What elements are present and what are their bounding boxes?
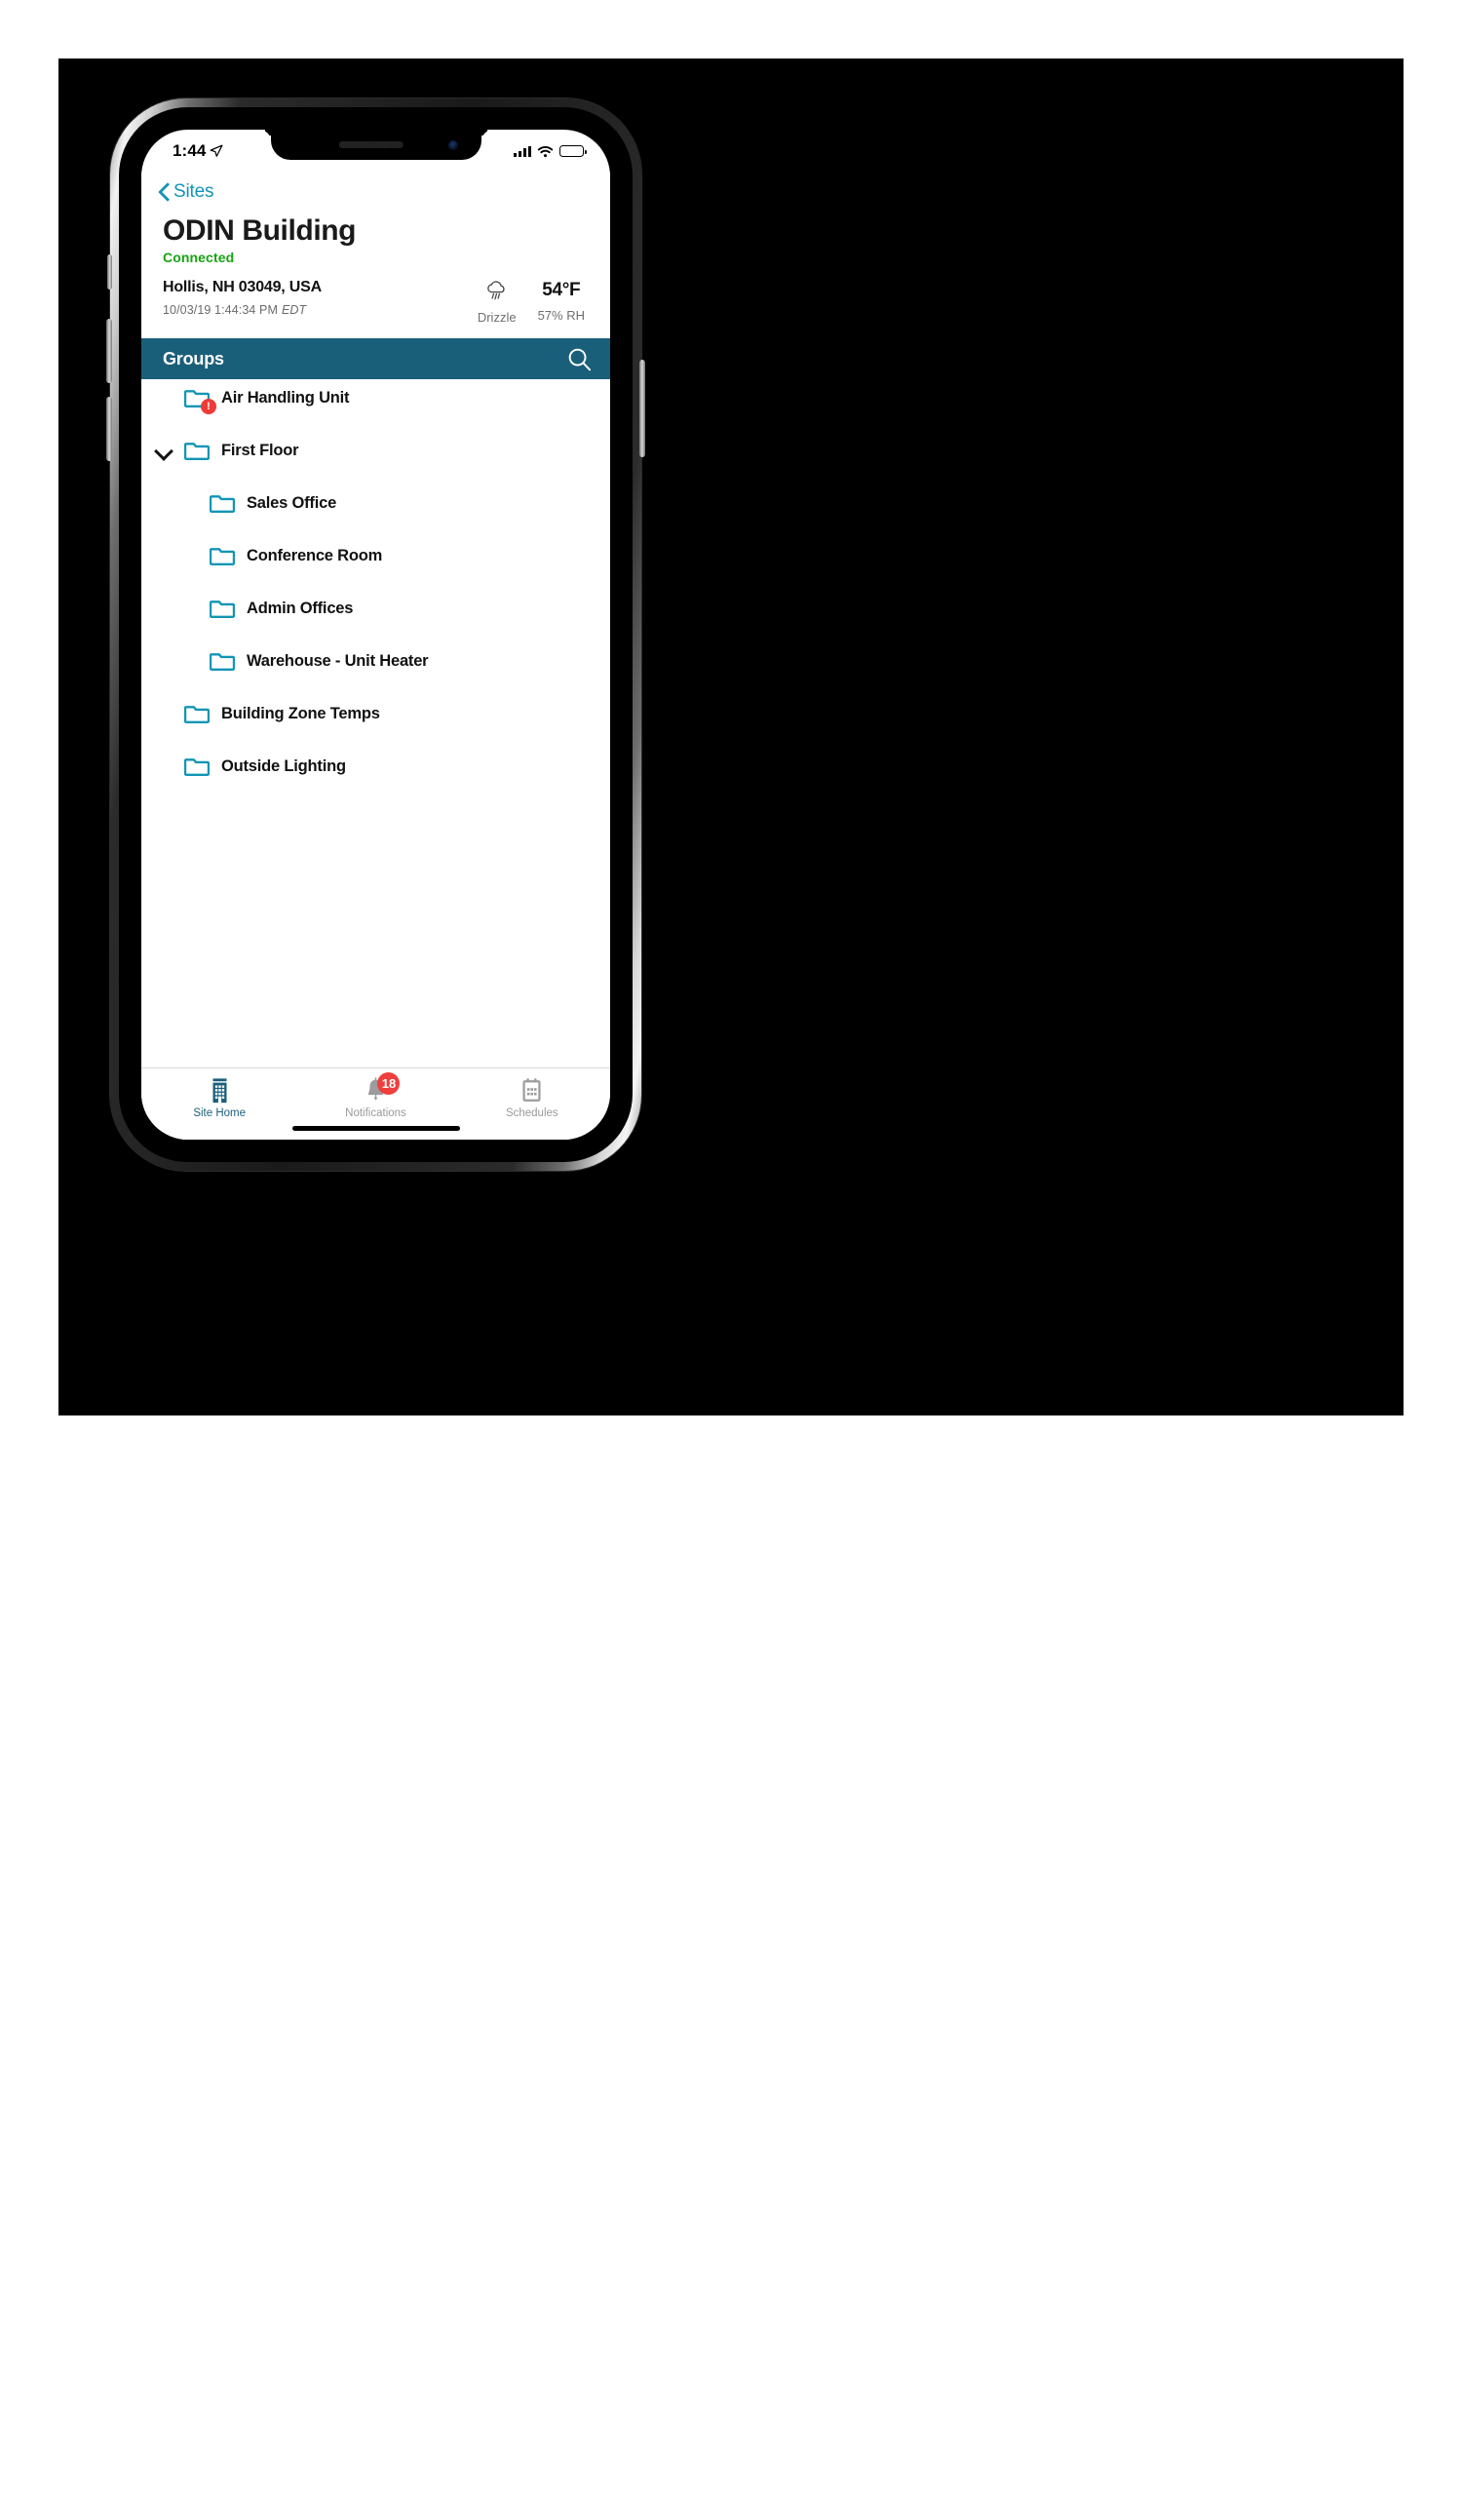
folder-icon (209, 651, 236, 672)
site-address: Hollis, NH 03049, USA (163, 279, 322, 296)
group-row[interactable]: First Floor (141, 438, 610, 464)
folder-icon (209, 546, 236, 566)
row-spacer (141, 780, 610, 806)
groups-header-title: Groups (163, 348, 224, 368)
tab-schedules-label: Schedules (505, 1107, 558, 1119)
folder-icon (183, 441, 211, 461)
app-content: Sites ODIN Building Connected Hollis, NH… (141, 173, 610, 1140)
weather-condition-block: Drizzle (478, 280, 517, 325)
folder-icon (183, 704, 211, 724)
status-indicators (513, 145, 587, 158)
phone-device: 1:44 Sites ODIN Building Connected Holli… (106, 98, 645, 1171)
back-button-label: Sites (173, 181, 214, 202)
volume-down-button[interactable] (106, 397, 112, 461)
weather-temperature: 54°F (542, 280, 581, 301)
site-location-block: Hollis, NH 03049, USA 10/03/19 1:44:34 P… (163, 279, 322, 317)
row-spacer (141, 569, 610, 596)
search-icon[interactable] (566, 346, 593, 372)
group-label: Conference Room (247, 547, 383, 565)
cellular-bars-icon (513, 145, 531, 157)
tab-site-home-label: Site Home (193, 1107, 246, 1119)
row-spacer (141, 464, 610, 490)
row-spacer (141, 675, 610, 701)
tab-notifications-label: Notifications (345, 1107, 406, 1119)
tab-site-home[interactable]: Site Home (142, 1077, 297, 1119)
row-spacer (141, 517, 610, 543)
group-label: Sales Office (247, 494, 337, 513)
weather-condition: Drizzle (477, 310, 517, 326)
folder-icon (209, 599, 236, 619)
weather-temp-block: 54°F 57% RH (538, 280, 585, 323)
silent-switch[interactable] (107, 254, 112, 290)
phone-screen: 1:44 Sites ODIN Building Connected Holli… (141, 130, 610, 1140)
building-icon (208, 1077, 232, 1105)
battery-icon (559, 145, 587, 157)
site-timestamp: 10/03/19 1:44:34 PM (163, 303, 278, 318)
groups-header-bar: Groups (141, 338, 610, 380)
group-label: Warehouse - Unit Heater (247, 652, 429, 671)
weather-humidity: 57% RH (537, 308, 585, 324)
wifi-icon (537, 145, 554, 157)
chevron-down-icon (154, 446, 172, 456)
site-timezone: EDT (281, 303, 307, 318)
row-spacer (141, 727, 610, 754)
tab-schedules[interactable]: Schedules (454, 1077, 609, 1119)
site-timestamp-block: 10/03/19 1:44:34 PM EDT (163, 296, 322, 317)
group-label: Building Zone Temps (221, 705, 380, 723)
group-row[interactable]: Admin Offices (141, 596, 610, 622)
front-camera-icon (447, 140, 458, 150)
page-title: ODIN Building (163, 214, 357, 247)
row-spacer (141, 411, 610, 438)
weather-widget: Drizzle 54°F 57% RH (478, 279, 585, 325)
disclosure-toggle[interactable] (141, 446, 184, 456)
group-row[interactable]: Building Zone Temps (141, 701, 610, 727)
home-indicator[interactable] (291, 1126, 460, 1131)
tab-notifications[interactable]: 18 Notifications (298, 1072, 453, 1119)
group-row[interactable]: ! Air Handling Unit (141, 385, 610, 415)
chevron-left-icon (159, 181, 172, 203)
notifications-badge: 18 (377, 1072, 401, 1095)
calendar-icon (519, 1077, 544, 1105)
group-row[interactable]: Sales Office (141, 490, 610, 517)
group-label: Outside Lighting (221, 757, 346, 776)
volume-up-button[interactable] (106, 319, 112, 383)
back-to-sites-button[interactable]: Sites (141, 173, 610, 206)
folder-icon (209, 493, 236, 514)
group-row[interactable]: Conference Room (141, 543, 610, 569)
status-time: 1:44 (173, 141, 207, 160)
groups-list: ! Air Handling Unit First Floor Sales Offic… (141, 379, 610, 1067)
power-button[interactable] (639, 360, 645, 457)
group-row[interactable]: Warehouse - Unit Heater (141, 648, 610, 675)
folder-icon (183, 756, 211, 777)
row-spacer (141, 622, 610, 648)
group-label: Air Handling Unit (221, 389, 350, 407)
group-label: Admin Offices (247, 600, 354, 618)
status-time-group: 1:44 (173, 141, 223, 161)
group-row[interactable]: Outside Lighting (141, 754, 610, 780)
earpiece-speaker (338, 141, 404, 148)
bell-icon: 18 (364, 1072, 401, 1105)
screen-notch (270, 130, 481, 160)
site-meta-row: Hollis, NH 03049, USA 10/03/19 1:44:34 P… (141, 265, 610, 325)
connection-status-label: Connected (163, 250, 235, 266)
drizzle-cloud-icon (486, 281, 505, 300)
folder-icon: ! (183, 388, 216, 415)
location-arrow-icon (210, 144, 223, 157)
group-label: First Floor (221, 442, 299, 460)
